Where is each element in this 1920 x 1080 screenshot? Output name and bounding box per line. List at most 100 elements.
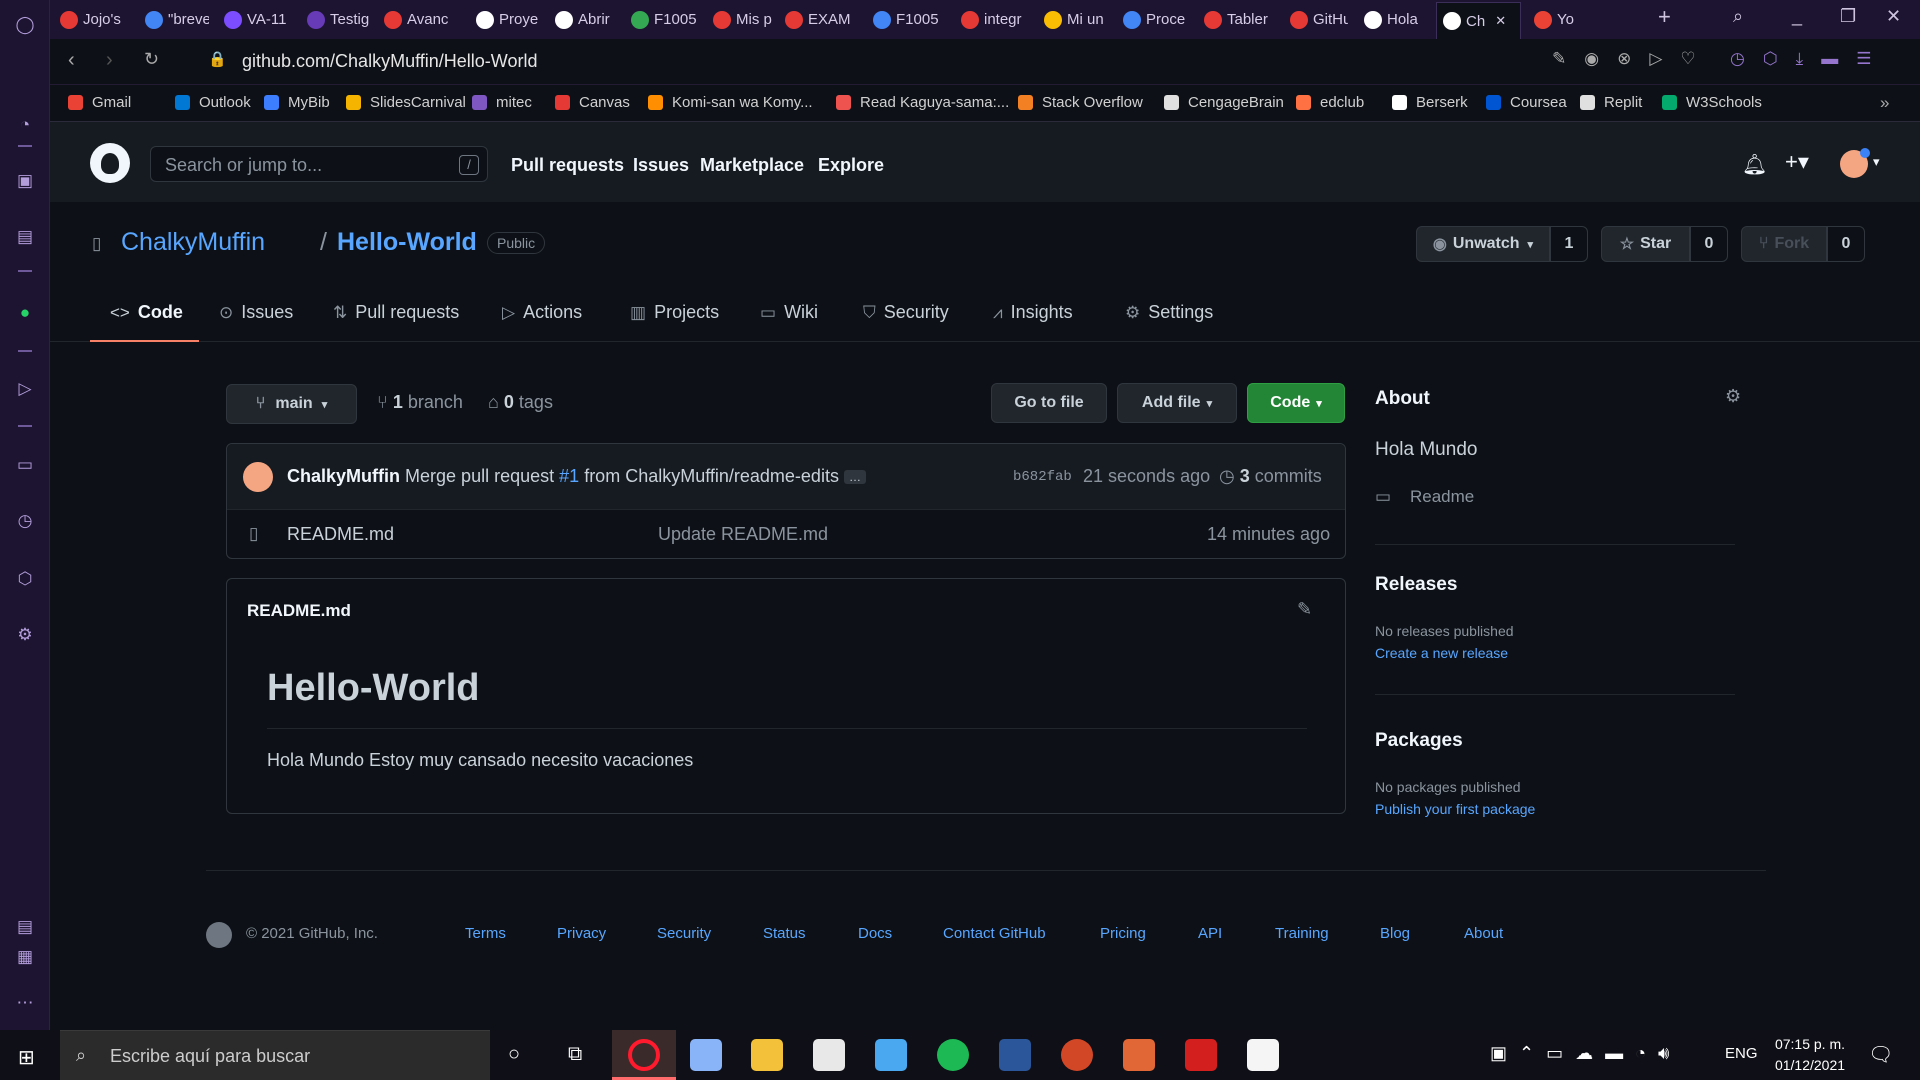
pr-link[interactable]: #1 xyxy=(559,466,579,486)
browser-tab[interactable]: Jojo's xyxy=(54,5,124,34)
browser-tab[interactable]: Abrir xyxy=(549,5,619,34)
bookmark-item[interactable]: W3Schools xyxy=(1662,94,1762,111)
avatar-chevron-down-icon[interactable]: ▾ xyxy=(1873,154,1880,170)
expand-commit-button[interactable]: … xyxy=(843,470,866,485)
footer-link-security[interactable]: Security xyxy=(657,925,711,942)
paint-icon[interactable] xyxy=(690,1039,722,1071)
mail-icon[interactable] xyxy=(875,1039,907,1071)
tab-projects[interactable]: ▥ Projects xyxy=(630,302,719,323)
task-view-icon[interactable]: ⧉ xyxy=(568,1043,582,1066)
bookmark-item[interactable]: Stack Overflow xyxy=(1018,94,1143,111)
bookmark-item[interactable]: Canvas xyxy=(555,94,630,111)
file-explorer-icon[interactable] xyxy=(751,1039,783,1071)
footer-link-blog[interactable]: Blog xyxy=(1380,925,1410,942)
store-icon[interactable]: ▣ xyxy=(12,168,38,194)
browser-tab[interactable]: F1005 xyxy=(867,5,945,34)
browser-tab[interactable]: Testig xyxy=(301,5,371,34)
file-name-link[interactable]: README.md xyxy=(287,524,394,545)
search-input[interactable]: Search or jump to... / xyxy=(150,146,488,182)
extensions-icon[interactable]: ⬡ xyxy=(12,566,38,592)
tab-security[interactable]: ⛉ Security xyxy=(863,302,949,323)
browser-tab[interactable]: Proye xyxy=(470,5,540,34)
bookmark-item[interactable]: Komi-san wa Komy... xyxy=(648,94,813,111)
footer-link-training[interactable]: Training xyxy=(1275,925,1329,942)
reload-icon[interactable]: ↻ xyxy=(144,49,159,70)
spotify-icon[interactable] xyxy=(937,1039,969,1071)
bookmark-item[interactable]: Read Kaguya-sama:... xyxy=(836,94,1009,111)
gx-control-icon[interactable]: ▤ xyxy=(12,914,38,940)
browser-tab[interactable]: Hola xyxy=(1358,5,1428,34)
nav-issues[interactable]: Issues xyxy=(633,155,689,176)
news-icon[interactable]: ▭ xyxy=(12,452,38,478)
add-file-button[interactable]: Add file ▾ xyxy=(1117,383,1237,423)
commits-link[interactable]: ◷ 3 commits xyxy=(1219,466,1322,487)
footer-link-about[interactable]: About xyxy=(1464,925,1503,942)
readme-link[interactable]: ▭ Readme xyxy=(1375,487,1474,507)
branch-select-button[interactable]: ⑂ main ▾ xyxy=(226,384,357,424)
fork-button[interactable]: ⑂ Fork xyxy=(1741,226,1827,262)
address-tools-icons[interactable]: ✎◉⊗▷♡ xyxy=(1552,49,1714,69)
browser-tab[interactable]: EXAM xyxy=(779,5,857,34)
commit-sha[interactable]: b682fab xyxy=(1013,469,1072,485)
browser-tab[interactable]: Yo xyxy=(1528,5,1590,34)
bookmark-item[interactable]: edclub xyxy=(1296,94,1364,111)
footer-link-contact[interactable]: Contact GitHub xyxy=(943,925,1046,942)
bookmark-item[interactable]: SlidesCarnival xyxy=(346,94,466,111)
watch-count[interactable]: 1 xyxy=(1550,226,1588,262)
more-icon[interactable]: ⋯ xyxy=(12,990,38,1016)
whatsapp-icon[interactable]: ● xyxy=(12,300,38,326)
publish-package-link[interactable]: Publish your first package xyxy=(1375,801,1535,817)
footer-link-privacy[interactable]: Privacy xyxy=(557,925,606,942)
footer-link-docs[interactable]: Docs xyxy=(858,925,892,942)
browser-tab[interactable]: Mis p xyxy=(707,5,772,34)
footer-link-pricing[interactable]: Pricing xyxy=(1100,925,1146,942)
bookmark-item[interactable]: Outlook xyxy=(175,94,251,111)
browser-tab[interactable]: GitHu xyxy=(1284,5,1348,34)
create-new-plus-icon[interactable]: +▾ xyxy=(1785,149,1809,175)
browser-tab[interactable]: integr xyxy=(955,5,1028,34)
tab-settings[interactable]: ⚙ Settings xyxy=(1125,302,1213,323)
repo-owner-link[interactable]: ChalkyMuffin xyxy=(121,228,265,257)
github-logo-icon[interactable] xyxy=(90,143,130,183)
code-button[interactable]: Code ▾ xyxy=(1247,383,1345,423)
tab-wiki[interactable]: ▭ Wiki xyxy=(760,302,818,323)
clock[interactable]: 07:15 p. m. 01/12/2021 xyxy=(1770,1036,1850,1073)
star-button[interactable]: ☆ Star xyxy=(1601,226,1690,262)
player-icon[interactable]: ▷ xyxy=(12,376,38,402)
more-bookmarks-icon[interactable]: » xyxy=(1880,93,1889,113)
branches-link[interactable]: ⑂ 1 branch xyxy=(377,392,463,413)
windows-start-icon[interactable]: ⊞ xyxy=(18,1045,35,1070)
store-app-icon[interactable] xyxy=(813,1039,845,1071)
taskbar-search-input[interactable]: ⌕ Escribe aquí para buscar xyxy=(60,1030,490,1080)
nav-pull-requests[interactable]: Pull requests xyxy=(511,155,624,176)
github-footer-logo-icon[interactable] xyxy=(206,922,232,948)
bookmark-item[interactable]: Replit xyxy=(1580,94,1642,111)
settings-icon[interactable]: ⚙ xyxy=(12,622,38,648)
browser-tab[interactable]: Mi un xyxy=(1038,5,1108,34)
browser-tab[interactable]: "breve xyxy=(139,5,209,34)
fork-count[interactable]: 0 xyxy=(1827,226,1865,262)
bookmark-item[interactable]: MyBib xyxy=(264,94,330,111)
commit-author-avatar[interactable] xyxy=(243,462,273,492)
extension-icons[interactable]: ◷⬡⤓▬☰ xyxy=(1730,49,1889,69)
tab-pull-requests[interactable]: ⇅ Pull requests xyxy=(333,302,459,323)
system-tray-icons[interactable]: ▣⌃▭☁▬◔🔊︎ xyxy=(1490,1043,1681,1064)
packages-title[interactable]: Packages xyxy=(1375,730,1463,752)
close-tab-icon[interactable]: ✕ xyxy=(1495,13,1506,29)
about-settings-gear-icon[interactable]: ⚙ xyxy=(1725,386,1741,407)
restore-icon[interactable]: ❐ xyxy=(1840,6,1856,27)
url-text[interactable]: github.com/ChalkyMuffin/Hello-World xyxy=(242,51,537,72)
browser-tab[interactable]: Ch ✕ xyxy=(1436,2,1521,39)
go-to-file-button[interactable]: Go to file xyxy=(991,383,1107,423)
history-icon[interactable]: ◷ xyxy=(12,508,38,534)
edit-pencil-icon[interactable]: ✎ xyxy=(1297,599,1312,620)
cortana-icon[interactable]: ○ xyxy=(508,1043,520,1066)
minimize-icon[interactable]: _ xyxy=(1792,6,1802,27)
powerpoint-icon[interactable] xyxy=(1061,1039,1093,1071)
bookmark-item[interactable]: CengageBrain xyxy=(1164,94,1284,111)
nav-explore[interactable]: Explore xyxy=(818,155,884,176)
browser-tab[interactable]: F1005 xyxy=(625,5,697,34)
word-icon[interactable] xyxy=(999,1039,1031,1071)
create-release-link[interactable]: Create a new release xyxy=(1375,645,1508,661)
new-tab-plus-icon[interactable]: + xyxy=(1658,4,1671,30)
